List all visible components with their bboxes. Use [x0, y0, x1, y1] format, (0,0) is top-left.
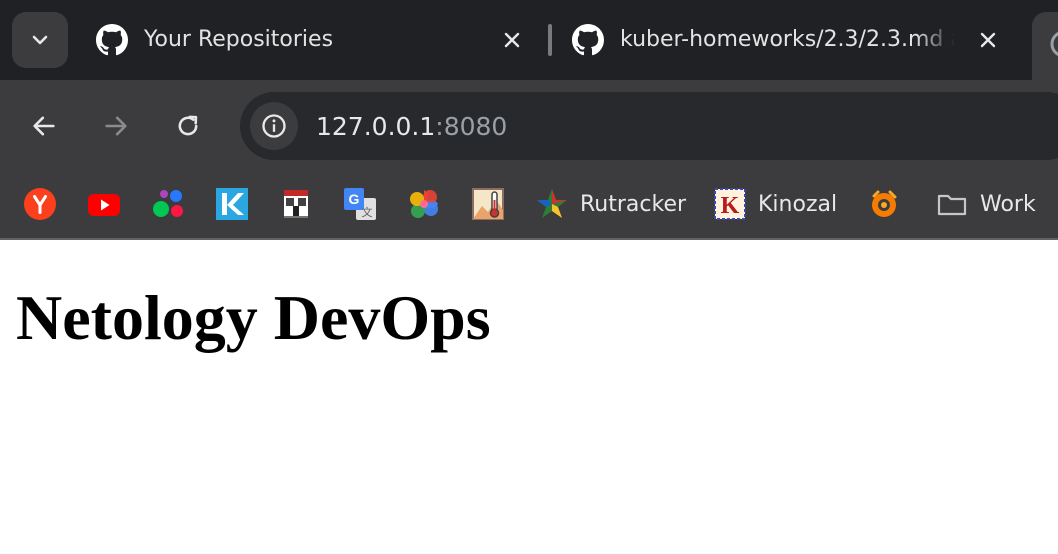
page-viewport: Netology DevOps: [0, 242, 1058, 554]
browser-toolbar: 127.0.0.1:8080: [0, 80, 1058, 172]
reload-button[interactable]: [168, 106, 208, 146]
url-port: :8080: [435, 112, 508, 141]
tab-separator: [548, 24, 552, 56]
colored-dots-icon: [153, 190, 183, 217]
bookmark-k[interactable]: [216, 184, 248, 224]
rutracker-icon: [537, 189, 567, 218]
reload-icon: [178, 115, 198, 136]
bookmark-kinozal[interactable]: K Kinozal: [714, 184, 837, 224]
bookmark-yandex[interactable]: [24, 184, 56, 224]
yandex-icon: [24, 188, 56, 220]
bookmark-translate[interactable]: G 文: [344, 184, 376, 224]
tab-search-button[interactable]: [12, 12, 68, 68]
close-icon[interactable]: [976, 28, 1000, 52]
svg-text:G: G: [349, 191, 360, 207]
google-translate-icon: G 文: [344, 188, 376, 220]
bookmark-thermometer[interactable]: [472, 184, 504, 224]
k-logo-icon: [216, 188, 248, 220]
bookmark-photos[interactable]: [408, 184, 440, 224]
tab-strip: Your Repositories kuber-homeworks/2.3/2.…: [0, 0, 1058, 80]
bookmark-label: Work: [980, 191, 1036, 217]
globe-icon: [1050, 31, 1058, 57]
svg-text:K: K: [721, 193, 740, 219]
svg-text:文: 文: [362, 205, 373, 219]
pixel-robot-icon: [284, 190, 308, 218]
thermometer-icon: [472, 188, 504, 220]
bookmark-grafana[interactable]: [868, 184, 900, 224]
chevron-down-icon: [32, 35, 48, 45]
photos-pinwheel-icon: [410, 190, 438, 218]
bookmark-dots[interactable]: [152, 184, 184, 224]
github-icon: [572, 24, 604, 56]
page-heading: Netology DevOps: [16, 282, 491, 353]
tab-active-partial[interactable]: [1032, 12, 1058, 80]
tab-kuber-homeworks[interactable]: kuber-homeworks/2.3/2.3.md at: [556, 0, 1016, 80]
folder-icon: [937, 194, 967, 216]
bookmark-label: Rutracker: [580, 191, 687, 217]
forward-button[interactable]: [96, 106, 136, 146]
bookmark-robot[interactable]: [280, 184, 312, 224]
forward-arrow-icon: [105, 116, 127, 136]
tab-title: kuber-homeworks/2.3/2.3.md at: [620, 27, 955, 52]
bookmark-rutracker[interactable]: Rutracker: [536, 184, 686, 224]
back-arrow-icon: [33, 116, 55, 136]
bookmark-folder-work[interactable]: Work: [936, 184, 1036, 224]
url-text[interactable]: 127.0.0.1:8080: [316, 112, 507, 141]
address-bar[interactable]: 127.0.0.1:8080: [240, 92, 1058, 160]
url-host: 127.0.0.1: [316, 112, 436, 141]
tab-title: Your Repositories: [144, 27, 334, 52]
close-icon[interactable]: [500, 28, 524, 52]
bookmarks-bar: G 文 Rutracker K Kinozal Work: [0, 172, 1058, 240]
bookmark-label: Kinozal: [758, 191, 838, 217]
kinozal-icon: K: [714, 188, 746, 220]
site-info-button[interactable]: [250, 102, 298, 150]
info-icon: [262, 114, 286, 138]
github-icon: [96, 24, 128, 56]
bookmark-youtube[interactable]: [88, 184, 120, 224]
tab-your-repositories[interactable]: Your Repositories: [80, 0, 540, 80]
youtube-icon: [88, 194, 120, 216]
back-button[interactable]: [24, 106, 64, 146]
grafana-icon: [872, 190, 897, 217]
